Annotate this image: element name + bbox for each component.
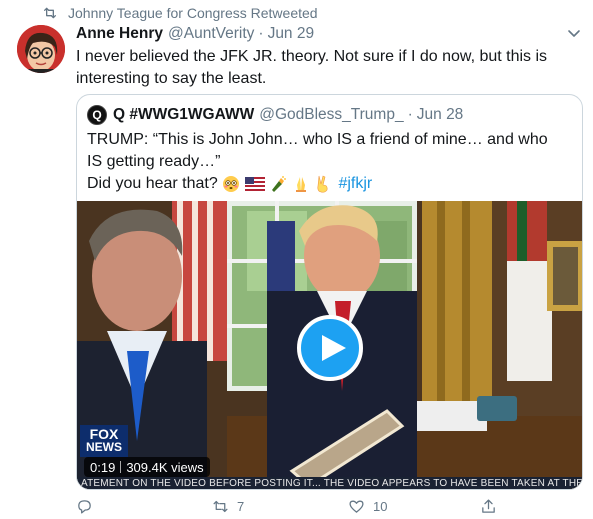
video-player[interactable]: FOX NEWS 0:19 309.4K views ATEMENT ON TH…: [77, 201, 582, 489]
avatar-illustration: [17, 25, 65, 73]
author-handle[interactable]: @AuntVerity: [168, 25, 254, 43]
play-button[interactable]: [297, 315, 363, 381]
badge-divider: [120, 461, 122, 473]
tweet-header: Anne Henry @AuntVerity · Jun 29: [76, 24, 314, 44]
quote-header: Q Q #WWG1WGAWW @GodBless_Trump_ · Jun 28: [87, 104, 463, 126]
like-count: 10: [373, 498, 388, 514]
quote-avatar-letter: Q: [92, 108, 102, 122]
retweet-icon: [44, 7, 56, 19]
reply-button[interactable]: [76, 498, 101, 515]
tweet-date[interactable]: Jun 29: [268, 25, 315, 43]
quote-tweet-card[interactable]: Q Q #WWG1WGAWW @GodBless_Trump_ · Jun 28…: [76, 94, 583, 490]
quote-text-line2: Did you hear that? #jfkjr: [87, 173, 567, 195]
victory-hand-icon: [317, 175, 328, 193]
quote-author-handle[interactable]: @GodBless_Trump_: [259, 106, 403, 124]
flushed-face-icon: [223, 175, 240, 192]
video-views: 309.4K views: [126, 459, 204, 475]
tweet-actions: 7 10: [76, 496, 526, 516]
video-info-badge: 0:19 309.4K views: [84, 457, 210, 477]
quote-separator: ·: [407, 106, 413, 123]
us-flag-icon: [244, 176, 265, 191]
play-icon: [321, 335, 346, 361]
folded-hands-icon: [295, 176, 306, 192]
share-icon: [482, 498, 495, 513]
heart-icon: [349, 500, 364, 513]
retweet-context[interactable]: Johnny Teague for Congress Retweeted: [42, 4, 318, 22]
quote-text-prefix: Did you hear that?: [87, 175, 218, 192]
quote-avatar[interactable]: Q: [87, 105, 107, 125]
chevron-down-icon[interactable]: [567, 28, 581, 40]
retweet-button[interactable]: 7: [212, 498, 244, 515]
quote-author-name[interactable]: Q #WWG1WGAWW: [113, 106, 254, 124]
like-button[interactable]: 10: [348, 498, 387, 515]
video-time: 0:19: [90, 459, 116, 475]
author-name[interactable]: Anne Henry: [76, 25, 163, 43]
header-separator: ·: [258, 25, 264, 42]
retweet-action-icon: [213, 500, 228, 512]
quote-date[interactable]: Jun 28: [417, 106, 464, 124]
share-button[interactable]: [480, 498, 497, 515]
reply-icon: [78, 499, 91, 514]
quote-text: TRUMP: “This is John John… who IS a frie…: [87, 129, 567, 195]
quote-text-line1: TRUMP: “This is John John… who IS a frie…: [87, 131, 548, 170]
champagne-icon: [272, 175, 287, 192]
retweet-count: 7: [237, 498, 245, 514]
fox-news-logo: FOX NEWS: [80, 425, 128, 457]
fox-logo-bottom: NEWS: [86, 440, 122, 454]
hashtag-link[interactable]: #jfkjr: [338, 175, 372, 192]
retweet-text: Johnny Teague for Congress Retweeted: [68, 5, 318, 21]
news-ticker: ATEMENT ON THE VIDEO BEFORE POSTING IT..…: [77, 477, 582, 489]
avatar[interactable]: [17, 25, 65, 73]
tweet-text: I never believed the JFK JR. theory. Not…: [76, 48, 548, 87]
